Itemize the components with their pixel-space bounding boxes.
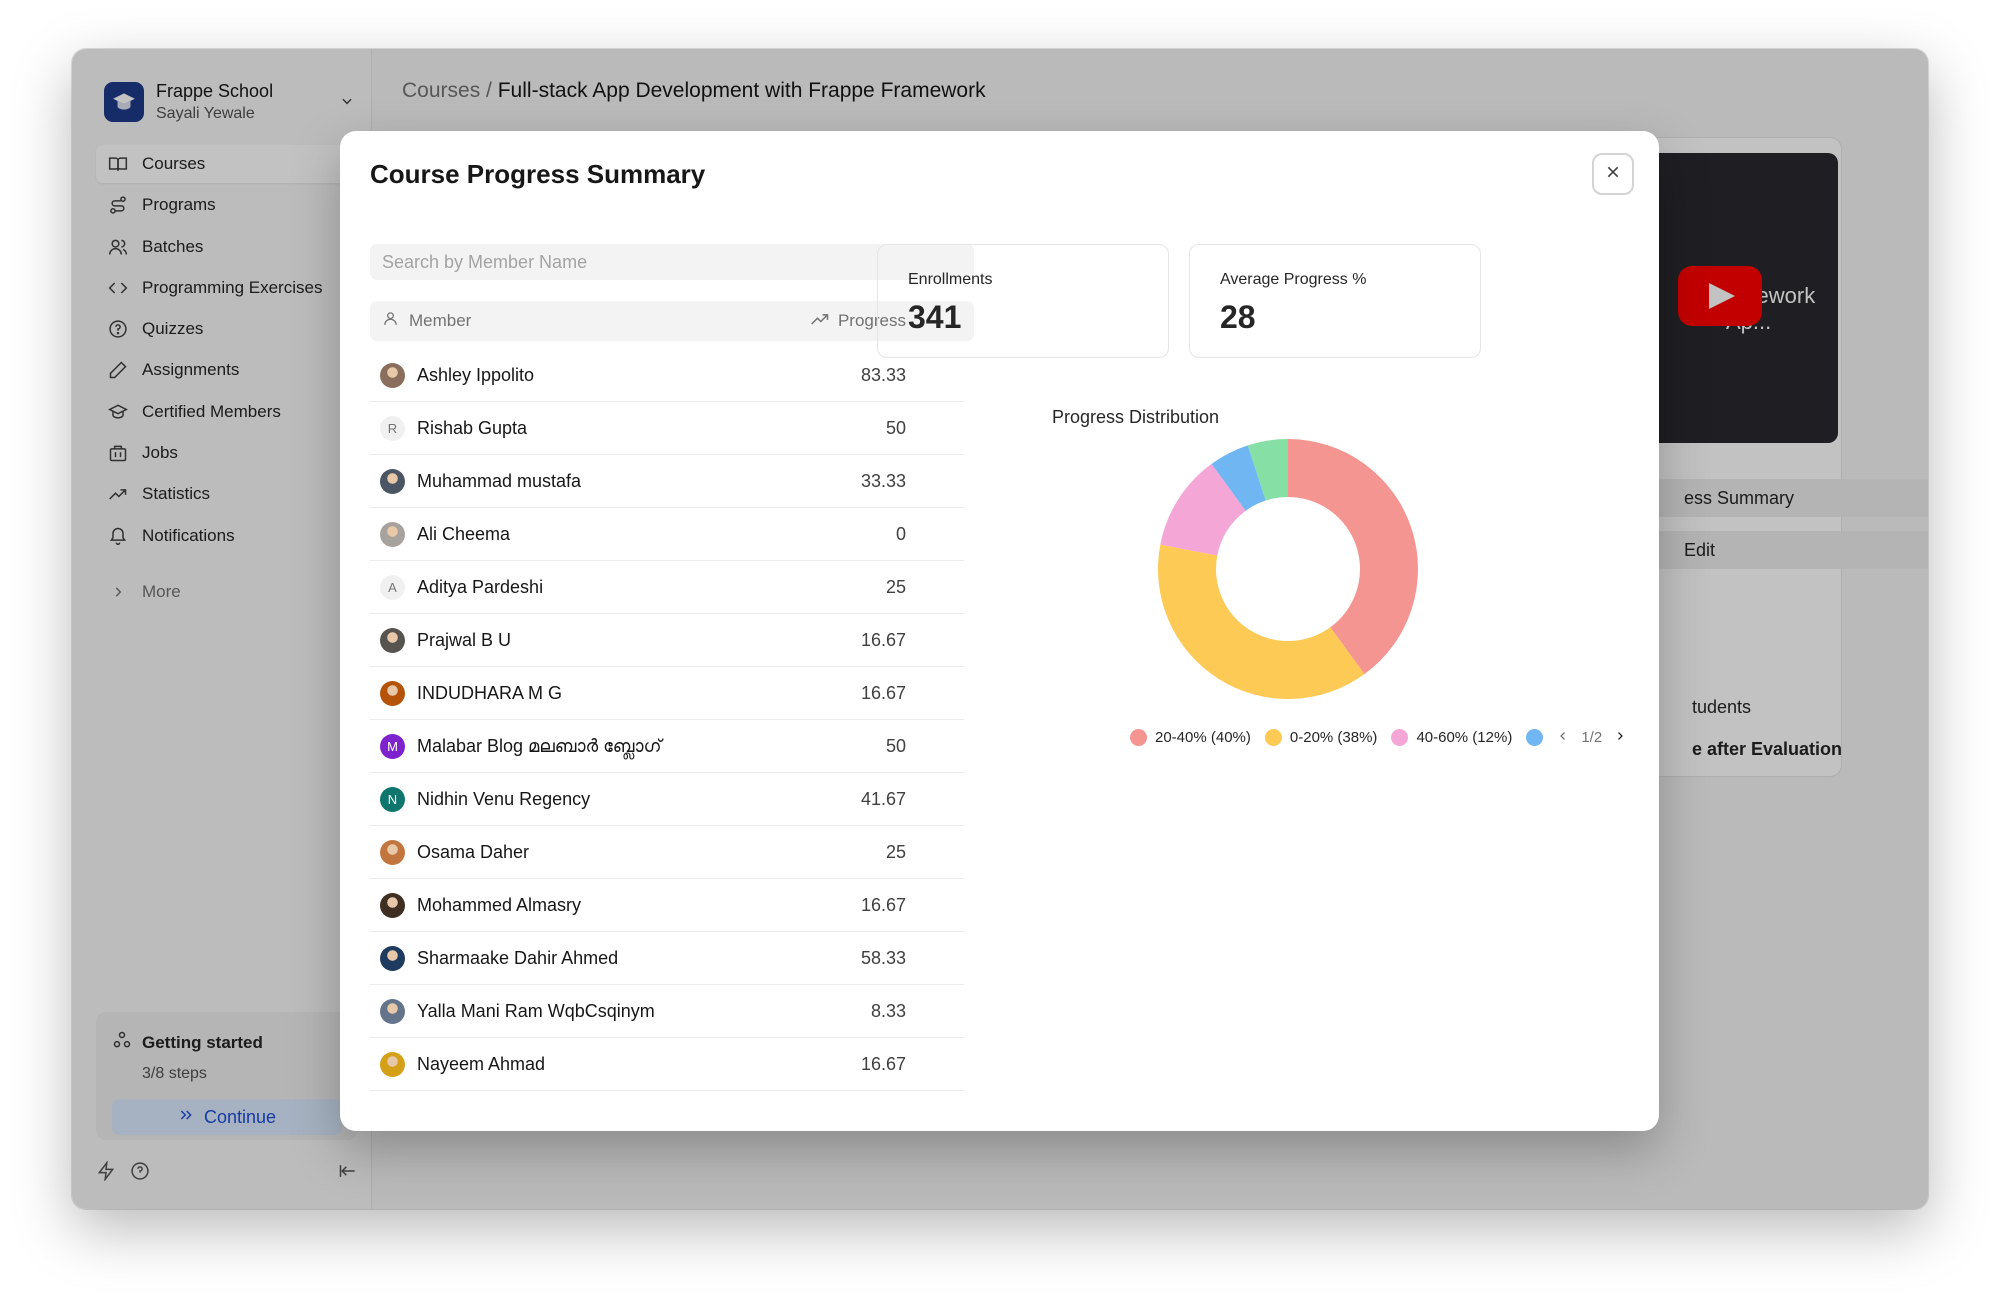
close-icon (1605, 164, 1621, 185)
table-row[interactable]: Sharmaake Dahir Ahmed 58.33 (370, 932, 964, 985)
member-progress: 58.33 (860, 947, 906, 968)
trending-up-icon (810, 309, 830, 334)
chevron-right-icon[interactable] (1614, 729, 1626, 746)
close-button[interactable] (1592, 153, 1634, 195)
avatar (380, 627, 405, 653)
member-name: Prajwal B U (417, 629, 512, 650)
table-row[interactable]: Prajwal B U 16.67 (370, 614, 964, 667)
legend-item[interactable]: 0-20% (38%) (1264, 729, 1378, 746)
legend-item[interactable]: 40-60% (12%) (1391, 729, 1512, 746)
average-progress-card: Average Progress % 28 (1189, 244, 1481, 358)
avatar: N (380, 786, 405, 812)
member-progress: 0 (895, 523, 906, 544)
table-row[interactable]: A Aditya Pardeshi 25 (370, 561, 964, 614)
enrollments-label: Enrollments (908, 271, 993, 288)
member-progress: 41.67 (860, 788, 906, 809)
member-progress: 16.67 (860, 629, 906, 650)
avatar: M (380, 733, 405, 759)
average-progress-value: 28 (1220, 299, 1256, 335)
donut-slice-0-20%[interactable] (1158, 544, 1365, 699)
avatar (380, 892, 405, 918)
legend-page-indicator: 1/2 (1581, 729, 1603, 746)
member-progress: 8.33 (870, 1000, 906, 1021)
legend-swatch (1264, 729, 1282, 746)
table-row[interactable]: Ali Cheema 0 (370, 508, 964, 561)
members-table-body: Ashley Ippolito 83.33 R Rishab Gupta 50 Muham… (370, 349, 964, 1091)
member-column-header[interactable]: Member (370, 310, 804, 332)
legend-label: 40-60% (12%) (1416, 729, 1513, 746)
member-progress: 16.67 (860, 1053, 906, 1074)
member-name: Ali Cheema (417, 523, 511, 544)
legend-swatch (1391, 729, 1409, 746)
member-progress: 50 (885, 417, 906, 438)
avatar (380, 521, 405, 547)
average-progress-label: Average Progress % (1220, 271, 1367, 288)
legend-item[interactable]: 20-40% (40%) (1130, 729, 1251, 746)
member-name: Nayeem Ahmad (417, 1053, 546, 1074)
avatar: A (380, 574, 405, 600)
avatar (380, 680, 405, 706)
member-progress: 33.33 (860, 470, 906, 491)
member-name: Yalla Mani Ram WqbCsqinym (417, 1000, 655, 1021)
chart-legend: 20-40% (40%) 0-20% (38%) 40-60% (12%) 1/2 (1130, 729, 1626, 746)
member-name: Muhammad mustafa (417, 470, 582, 491)
member-progress: 16.67 (860, 682, 906, 703)
table-row[interactable]: Ashley Ippolito 83.33 (370, 349, 964, 402)
legend-item[interactable] (1526, 729, 1544, 746)
table-row[interactable]: INDUDHARA M G 16.67 (370, 667, 964, 720)
table-row[interactable]: Mohammed Almasry 16.67 (370, 879, 964, 932)
member-name: Aditya Pardeshi (417, 576, 544, 597)
member-progress: 83.33 (860, 364, 906, 385)
avatar (380, 945, 405, 971)
legend-swatch (1130, 729, 1147, 746)
chart-title: Progress Distribution (1052, 407, 1220, 427)
member-name: Malabar Blog മലബാർ ബ്ലോഗ് (417, 735, 662, 756)
course-progress-modal: Course Progress Summary Member Progress … (340, 131, 1659, 1131)
table-row[interactable]: N Nidhin Venu Regency 41.67 (370, 773, 964, 826)
table-row[interactable]: M Malabar Blog മലബാർ ബ്ലോഗ് 50 (370, 720, 964, 773)
avatar (380, 1051, 405, 1077)
legend-label: 20-40% (40%) (1155, 729, 1251, 746)
legend-pager: 1/2 (1557, 729, 1626, 746)
member-name: Ashley Ippolito (417, 364, 535, 385)
table-row[interactable]: Nayeem Ahmad 16.67 (370, 1038, 964, 1091)
member-name: Mohammed Almasry (417, 894, 582, 915)
avatar (380, 998, 405, 1024)
avatar (380, 362, 405, 388)
enrollments-value: 341 (908, 299, 962, 335)
app-window: Frappe School Sayali Yewale Courses Prog… (72, 49, 1928, 1209)
member-column-label: Member (409, 311, 472, 330)
avatar (380, 468, 405, 494)
member-progress: 25 (885, 576, 906, 597)
user-icon (382, 310, 399, 332)
avatar (380, 839, 405, 865)
member-name: Rishab Gupta (417, 417, 528, 438)
member-progress: 50 (885, 735, 906, 756)
modal-title: Course Progress Summary (370, 159, 706, 189)
avatar: R (380, 415, 405, 441)
enrollments-card: Enrollments 341 (877, 244, 1169, 358)
table-row[interactable]: Yalla Mani Ram WqbCsqinym 8.33 (370, 985, 964, 1038)
member-name: Sharmaake Dahir Ahmed (417, 947, 619, 968)
member-progress: 16.67 (860, 894, 906, 915)
legend-swatch (1526, 729, 1544, 746)
legend-label: 0-20% (38%) (1289, 729, 1378, 746)
table-row[interactable]: Osama Daher 25 (370, 826, 964, 879)
progress-donut-chart (1158, 439, 1418, 699)
chevron-left-icon[interactable] (1557, 729, 1569, 746)
table-row[interactable]: Muhammad mustafa 33.33 (370, 455, 964, 508)
member-name: Osama Daher (417, 841, 530, 862)
member-name: Nidhin Venu Regency (417, 788, 591, 809)
member-name: INDUDHARA M G (417, 682, 563, 703)
table-row[interactable]: R Rishab Gupta 50 (370, 402, 964, 455)
member-progress: 25 (885, 841, 906, 862)
